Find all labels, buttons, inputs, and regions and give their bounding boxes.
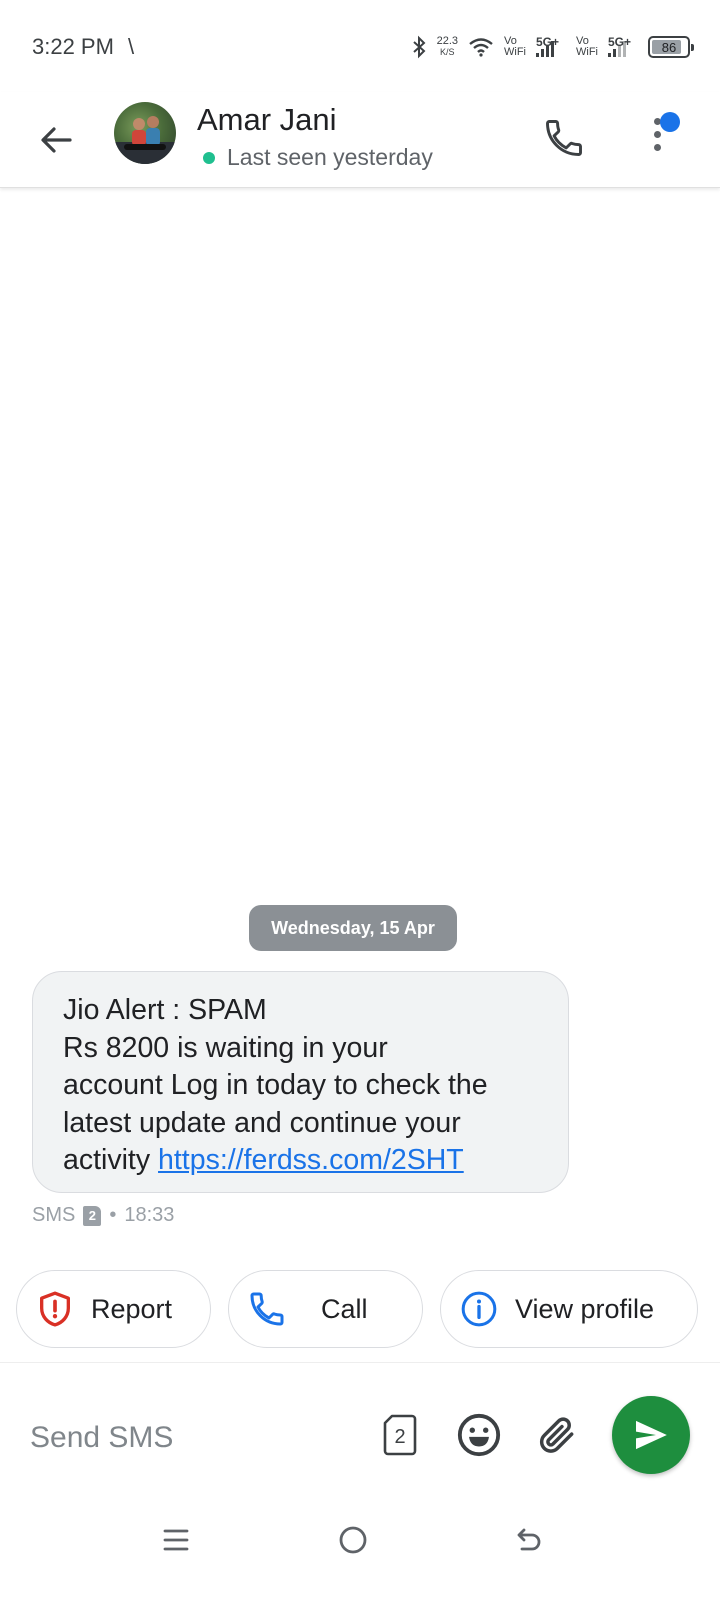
back-arrow-icon [517,1528,541,1551]
report-chip[interactable]: Report [16,1270,211,1348]
shield-alert-icon [35,1289,75,1329]
paperclip-icon [539,1417,574,1453]
arrow-left-icon [41,127,72,153]
vowifi-bottom: WiFi [504,46,526,58]
menu-lines-icon [163,1529,189,1551]
recents-button[interactable] [146,1512,206,1568]
vowifi-indicator-1: Vo WiFi [504,36,526,58]
battery-icon: 86 [648,36,694,58]
message-line-1: Jio Alert : SPAM [63,994,267,1026]
net-speed-value: 22.3 [436,35,458,47]
message-line-5-prefix: activity [63,1144,151,1176]
emoji-icon [457,1413,501,1457]
avatar-photo [114,116,176,164]
back-button[interactable] [30,114,82,166]
vowifi-bottom-2: WiFi [576,46,598,58]
call-chip-label: Call [321,1293,368,1324]
home-button[interactable] [323,1512,383,1568]
info-icon [459,1289,499,1329]
report-chip-label: Report [91,1293,173,1324]
message-line-2: Rs 8200 is waiting in your [63,1031,388,1064]
notification-badge [660,112,680,132]
compose-input[interactable] [30,1410,360,1466]
more-options-button[interactable] [640,108,690,168]
status-icons: 22.3 K/S Vo WiFi 5G+ Vo WiFi 5G+ 86 [411,30,694,64]
wifi-icon [468,37,494,57]
online-dot-icon [203,151,215,164]
sim-select-button[interactable]: 2 [375,1410,425,1460]
sim-card-icon: 2 [383,1414,417,1456]
sim-2-icon: 2 [83,1205,102,1226]
presence-status: Last seen yesterday [203,144,433,171]
send-icon [636,1420,667,1450]
status-time: 3:22 PM [32,34,114,59]
phone-icon [247,1289,287,1329]
signal-icon-2: 5G+ [608,35,638,59]
sim-card-number: 2 [394,1426,405,1448]
net-speed: 22.3 K/S [437,36,458,58]
battery-level: 86 [661,39,677,55]
view-profile-chip[interactable]: View profile [440,1270,698,1348]
compose-divider [0,1362,720,1363]
date-chip: Wednesday, 15 Apr [249,905,457,951]
send-button[interactable] [612,1396,690,1474]
call-button[interactable] [536,110,592,166]
system-back-button[interactable] [499,1512,559,1568]
suggestion-chips: Report Call View profile [16,1270,720,1350]
phone-icon [546,120,582,156]
message-meta: SMS 2 • 18:33 [32,1204,174,1227]
message-link[interactable]: https://ferdss.com/2SHT [158,1144,464,1176]
presence-text: Last seen yesterday [227,144,433,170]
circle-home-icon [339,1526,367,1554]
attach-button[interactable] [532,1410,582,1460]
message-line-3: account Log in today to check the [63,1069,488,1101]
call-chip[interactable]: Call [228,1270,423,1348]
conversation-header: Amar Jani Last seen yesterday [0,92,720,188]
message-type: SMS [32,1204,76,1226]
contact-name[interactable]: Amar Jani [197,102,337,138]
status-bar: 3:22 PM \ 22.3 K/S Vo WiFi 5G+ Vo WiFi 5… [0,0,720,92]
notification-glyph: \ [128,34,135,59]
signal-icon: 5G+ [536,35,566,59]
message-bubble[interactable]: Jio Alert : SPAM Rs 8200 is waiting in y… [32,971,569,1193]
bluetooth-icon [411,35,427,59]
emoji-button[interactable] [454,1410,504,1460]
message-line-5: activity https://ferdss.com/2SHT [63,1142,540,1180]
avatar[interactable] [114,102,176,164]
net-speed-unit: K/S [440,47,455,57]
view-profile-chip-label: View profile [515,1293,655,1324]
meta-separator: • [109,1204,117,1226]
vowifi-indicator-2: Vo WiFi [576,36,598,58]
system-nav-bar [0,1500,720,1600]
message-time: 18:33 [124,1204,175,1226]
message-line-4: latest update and continue your [63,1106,461,1139]
